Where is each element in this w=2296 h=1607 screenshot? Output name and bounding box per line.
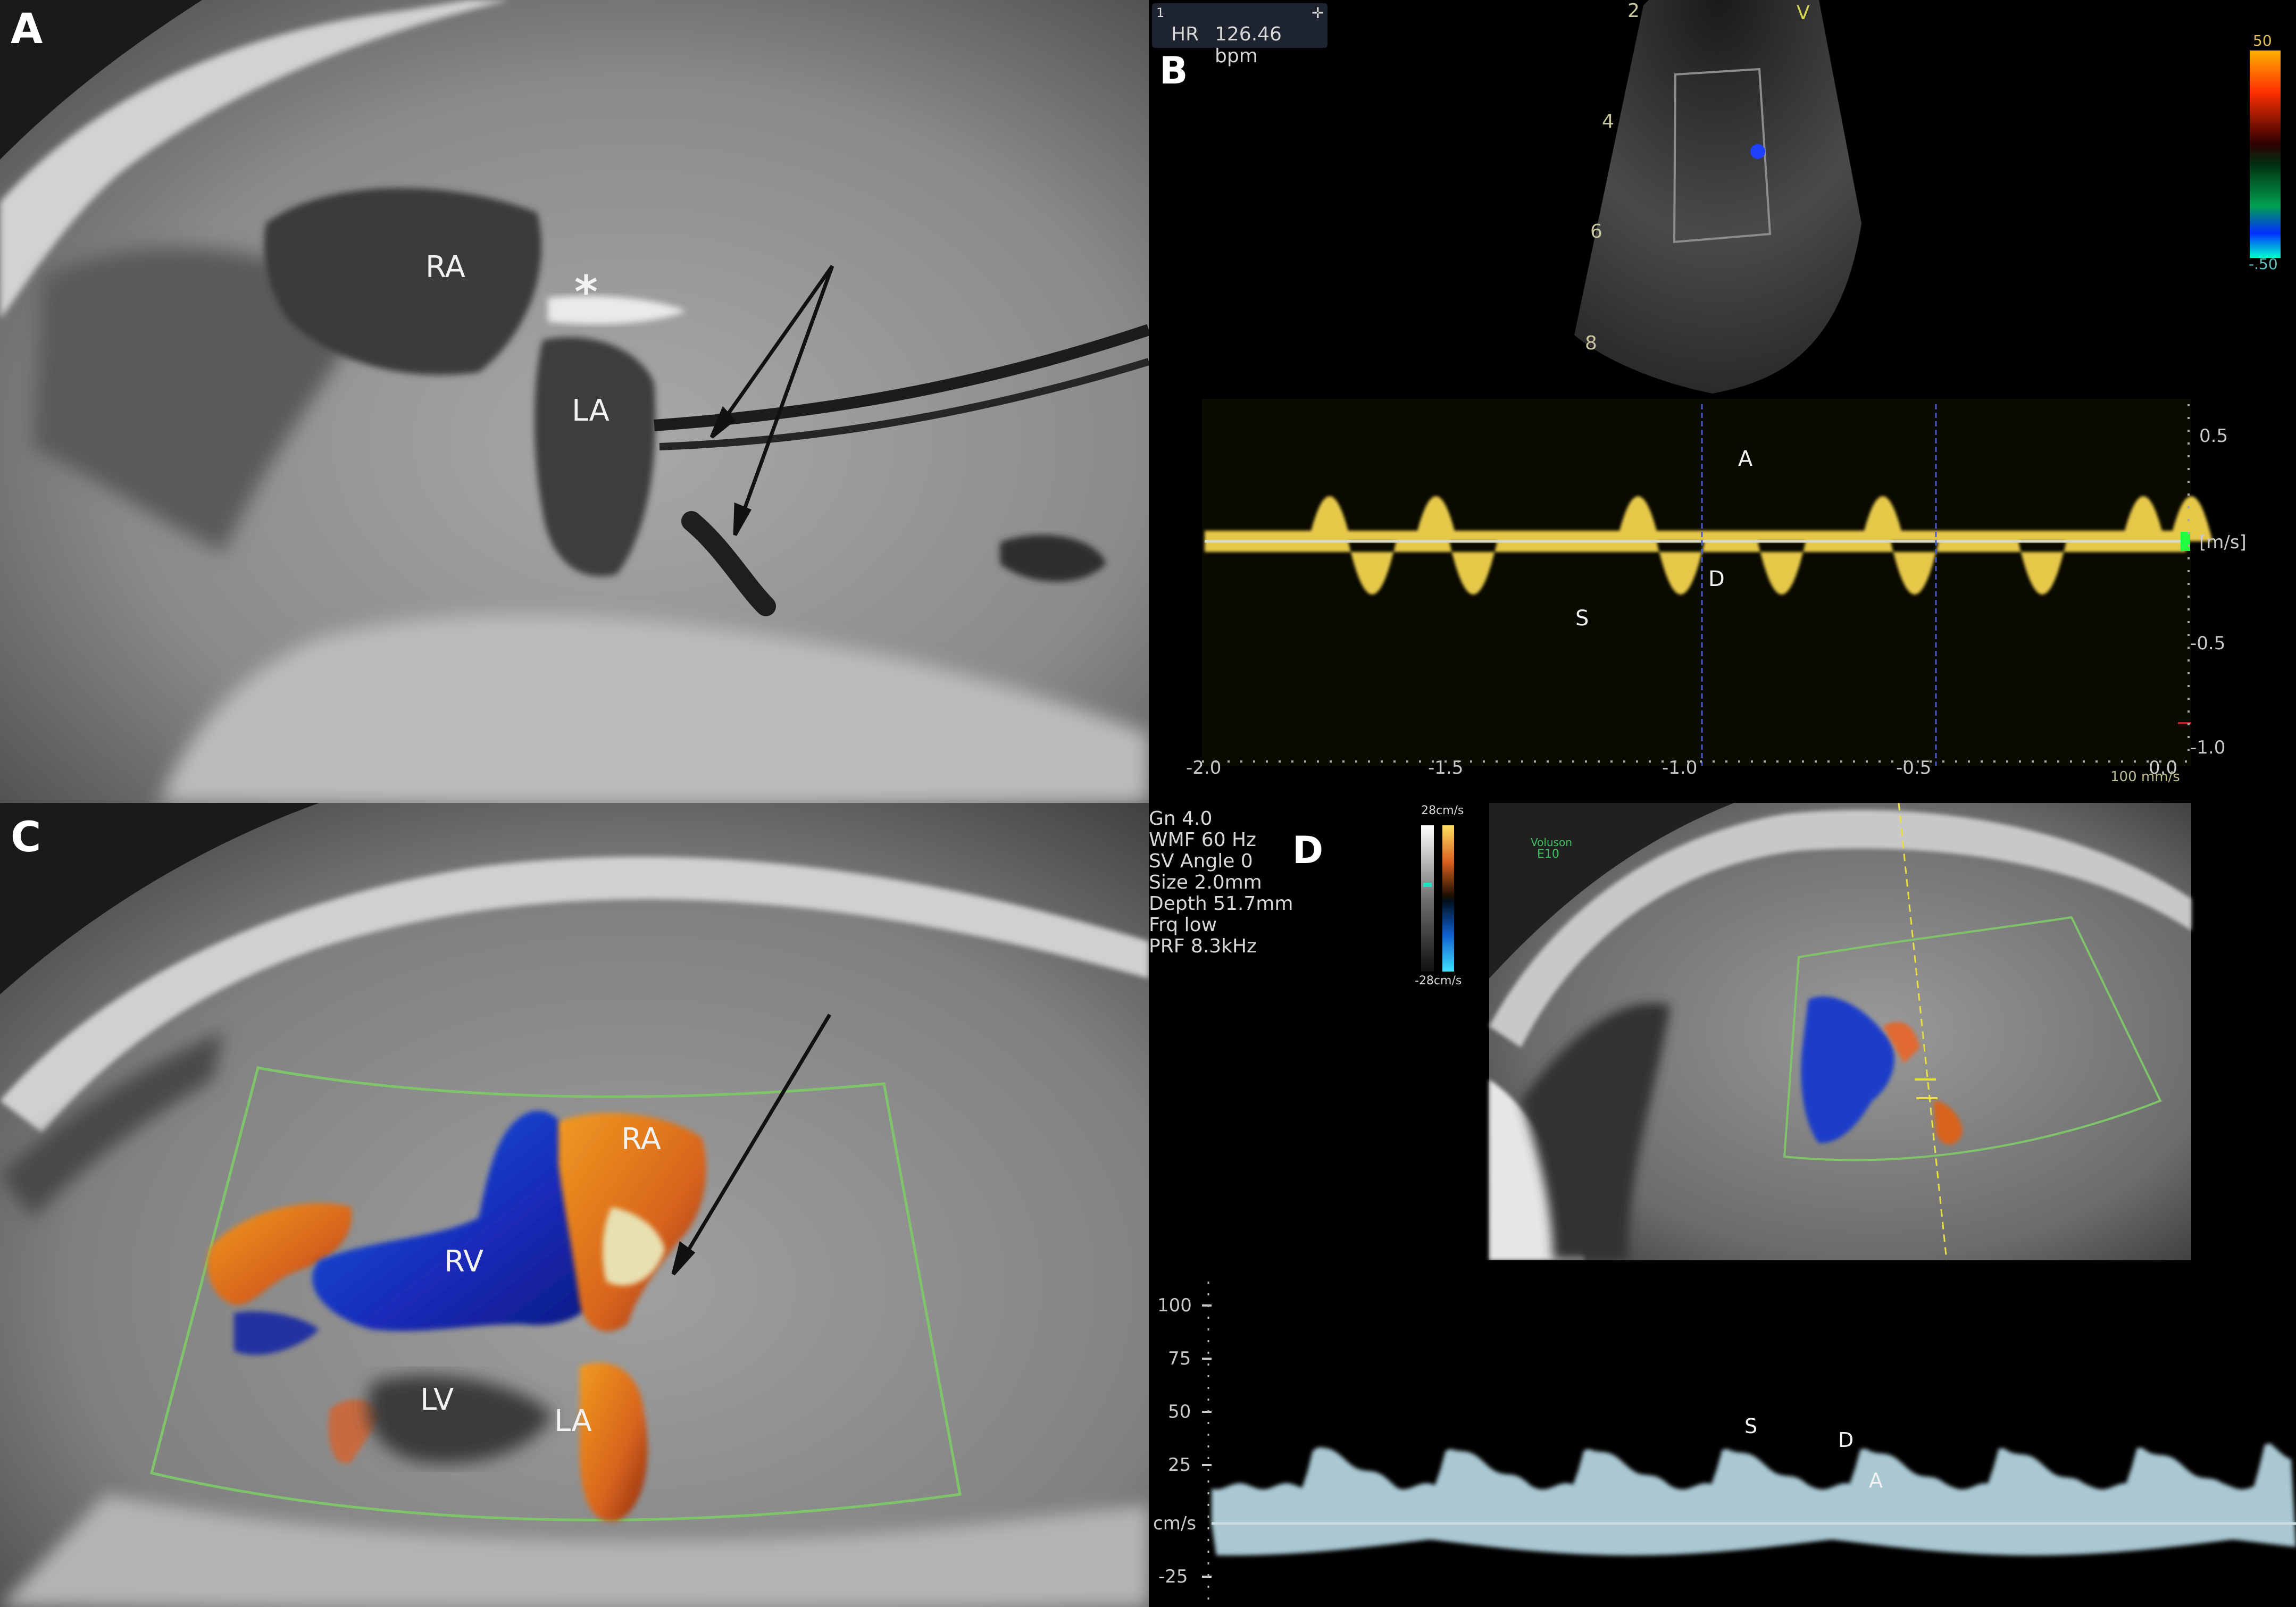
device-model: E10 (1537, 848, 1559, 861)
asterisk-marker: * (574, 266, 598, 318)
y-tick-neg-1-0: -1.0 (2190, 737, 2226, 758)
unit-label: cm/s (1153, 1513, 1196, 1534)
panel-c-image (0, 803, 1149, 1607)
mode-marker: V (1797, 2, 1810, 24)
setting-size: Size 2.0mm (1149, 872, 1262, 893)
panel-b-image (1202, 0, 2281, 766)
setting-wmf: WMF 60 Hz (1149, 829, 1257, 851)
label-la: LA (572, 394, 610, 428)
doppler-trace (1202, 399, 2212, 766)
wave-label-d: D (1838, 1428, 1854, 1452)
setting-frequency: Frq low (1149, 914, 1217, 936)
wave-label-s: S (1575, 606, 1589, 631)
color-scale-max: 28cm/s (1421, 804, 1464, 817)
label-ra: RA (425, 250, 465, 284)
panel-letter-a: A (11, 5, 43, 53)
panel-b-pulsed-doppler: 1 HR 126.46 bpm ✛ B V 2 4 6 8 50 -.50 0.… (1149, 0, 2296, 803)
depth-mark-6: 6 (1590, 221, 1602, 242)
x-tick-neg-1-0: -1.0 (1662, 757, 1698, 779)
depth-mark-4: 4 (1602, 111, 1614, 132)
setting-gain: Gn 4.0 (1149, 808, 1213, 830)
panel-c-color-doppler: C RA RV LV LA (0, 803, 1149, 1607)
panel-letter-c: C (11, 814, 41, 861)
scanner-settings: Gn 4.0 WMF 60 Hz SV Angle 0 Size 2.0mm D… (1149, 808, 1293, 957)
y-tick-25: 25 (1168, 1454, 1191, 1476)
panel-d-ductus-venosus-doppler: D Gn 4.0 WMF 60 Hz SV Angle 0 Size 2.0mm… (1149, 803, 2296, 1607)
panel-a-ultrasound: A RA LA * (0, 0, 1149, 803)
y-tick-0-5: 0.5 (2199, 425, 2228, 447)
depth-mark-8: 8 (1585, 332, 1597, 354)
x-tick-neg-1-5: -1.5 (1428, 757, 1464, 779)
wave-label-s: S (1744, 1415, 1758, 1438)
color-scale-min: -28cm/s (1415, 974, 1462, 987)
label-rv: RV (444, 1244, 484, 1279)
depth-mark-2: 2 (1627, 0, 1640, 22)
y-tick-neg-25: -25 (1158, 1566, 1188, 1587)
device-brand: Voluson (1531, 836, 1572, 849)
panel-letter-d: D (1292, 828, 1324, 872)
y-tick-neg-0-5: -0.5 (2190, 633, 2226, 654)
figure-stage: A RA LA * 1 HR 126.46 bpm ✛ B V 2 4 6 8 … (0, 0, 2296, 1607)
wave-label-d: D (1708, 567, 1725, 591)
x-tick-neg-0-5: -0.5 (1896, 757, 1932, 779)
y-tick-75: 75 (1168, 1348, 1191, 1369)
y-tick-100: 100 (1157, 1295, 1192, 1316)
setting-prf: PRF 8.3kHz (1149, 935, 1257, 957)
x-tick-neg-2-0: -2.0 (1186, 757, 1222, 779)
y-tick-50: 50 (1168, 1401, 1191, 1422)
sweep-speed: 100 mm/s (2110, 769, 2180, 785)
wave-label-a: A (1738, 447, 1753, 471)
wave-label-a: A (1869, 1469, 1883, 1492)
velocity-unit: [m/s] (2199, 532, 2247, 553)
color-scale-max: 50 (2253, 32, 2272, 49)
color-scale-min: -.50 (2249, 255, 2278, 273)
setting-sv-angle: SV Angle 0 (1149, 850, 1253, 872)
label-la: LA (554, 1404, 592, 1438)
panel-letter-b: B (1159, 49, 1188, 93)
setting-depth: Depth 51.7mm (1149, 893, 1293, 915)
label-ra: RA (621, 1122, 661, 1157)
label-lv: LV (420, 1383, 454, 1417)
panel-d-image (1202, 803, 2296, 1607)
